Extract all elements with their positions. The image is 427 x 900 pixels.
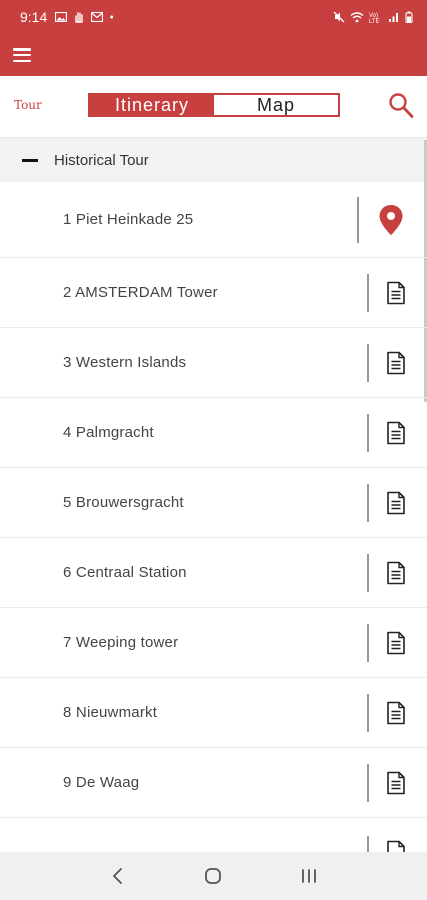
back-icon[interactable] <box>106 864 130 888</box>
item-label: 5 Brouwersgracht <box>63 494 184 511</box>
divider <box>367 483 369 522</box>
divider <box>367 553 369 592</box>
document-icon[interactable] <box>386 771 406 795</box>
list-item[interactable]: 2 AMSTERDAM Tower <box>0 258 427 328</box>
status-bar: 9:14 Vo) LTE <box>0 0 427 34</box>
signal-icon <box>389 13 398 22</box>
itinerary-list: 1 Piet Heinkade 25 2 AMSTERDAM Tower 3 W… <box>0 182 427 818</box>
divider <box>367 343 369 382</box>
mute-icon <box>333 11 345 23</box>
list-item[interactable]: 6 Centraal Station <box>0 538 427 608</box>
navigation-bar <box>0 852 427 900</box>
list-item[interactable]: 1 Piet Heinkade 25 <box>0 182 427 258</box>
status-time: 9:14 <box>20 9 48 25</box>
divider <box>367 693 369 732</box>
item-label: 7 Weeping tower <box>63 634 179 651</box>
document-icon[interactable] <box>386 840 406 852</box>
recents-icon[interactable] <box>297 864 321 888</box>
section-header[interactable]: Historical Tour <box>0 138 427 182</box>
map-pin-icon[interactable] <box>378 204 404 236</box>
item-label: 6 Centraal Station <box>63 564 187 581</box>
divider <box>367 763 369 802</box>
status-right: Vo) LTE <box>333 11 413 23</box>
list-item-partial[interactable] <box>0 818 427 852</box>
item-label: 1 Piet Heinkade 25 <box>63 211 194 228</box>
list-item[interactable]: 9 De Waag <box>0 748 427 818</box>
battery-icon <box>405 11 413 23</box>
document-icon[interactable] <box>386 351 406 375</box>
list-item[interactable]: 3 Western Islands <box>0 328 427 398</box>
document-icon[interactable] <box>386 701 406 725</box>
image-icon <box>55 12 68 22</box>
tab-map[interactable]: Map <box>214 95 338 115</box>
home-icon[interactable] <box>201 864 225 888</box>
item-label: 4 Palmgracht <box>63 424 154 441</box>
volte-icon: Vo)LTE <box>369 13 380 23</box>
item-label: 9 De Waag <box>63 774 140 791</box>
list-item[interactable]: 4 Palmgracht <box>0 398 427 468</box>
divider <box>367 836 369 852</box>
document-icon[interactable] <box>386 281 406 305</box>
divider <box>357 196 359 243</box>
tab-row: Tour Itinerary Map <box>0 76 427 138</box>
hand-icon <box>75 12 83 23</box>
item-label: 3 Western Islands <box>63 354 187 371</box>
search-icon[interactable] <box>388 92 414 120</box>
wifi-icon <box>350 12 364 23</box>
item-label: 2 AMSTERDAM Tower <box>63 284 218 301</box>
divider <box>367 273 369 312</box>
hamburger-icon[interactable] <box>13 48 31 62</box>
section-title: Historical Tour <box>54 151 149 169</box>
document-icon[interactable] <box>386 631 406 655</box>
status-left: 9:14 <box>20 9 117 25</box>
document-icon[interactable] <box>386 491 406 515</box>
document-icon[interactable] <box>386 561 406 585</box>
tab-itinerary[interactable]: Itinerary <box>90 95 214 115</box>
list-item[interactable]: 8 Nieuwmarkt <box>0 678 427 748</box>
tour-label[interactable]: Tour <box>14 98 42 112</box>
divider <box>367 413 369 452</box>
dot-icon <box>110 15 114 19</box>
document-icon[interactable] <box>386 421 406 445</box>
divider <box>367 623 369 662</box>
list-item[interactable]: 5 Brouwersgracht <box>0 468 427 538</box>
svg-text:LTE: LTE <box>369 19 380 23</box>
item-label: 8 Nieuwmarkt <box>63 704 158 721</box>
list-item[interactable]: 7 Weeping tower <box>0 608 427 678</box>
minus-icon[interactable] <box>22 158 38 162</box>
app-bar <box>0 34 427 76</box>
envelope-icon <box>91 12 104 22</box>
view-toggle: Itinerary Map <box>88 93 340 117</box>
